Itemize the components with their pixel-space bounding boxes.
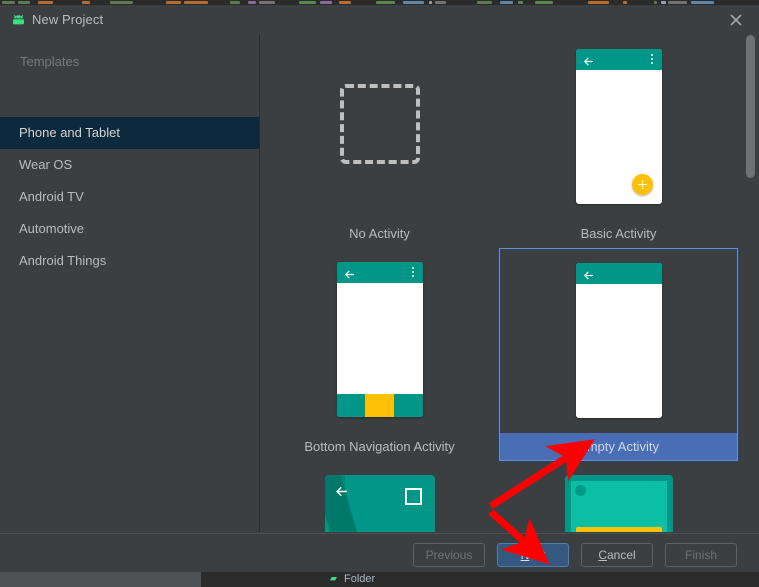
app-bar <box>575 49 662 70</box>
template-thumb-basic-activity <box>499 35 738 220</box>
diagonal-stripe <box>324 475 402 532</box>
dialog-footer: Previous Next Cancel Finish <box>0 533 759 573</box>
back-arrow-icon <box>583 268 594 280</box>
app-bar <box>575 263 662 284</box>
next-button[interactable]: Next <box>497 543 569 567</box>
background-editor-pane: ▰ Folder <box>202 572 759 587</box>
screen-root: New Project Templates Phone and Tablet W… <box>0 0 759 587</box>
background-status-text: Folder <box>344 573 376 585</box>
phone-preview <box>575 263 662 418</box>
overflow-menu-icon <box>650 54 654 65</box>
template-card-empty-activity[interactable]: Empty Activity <box>499 248 738 461</box>
template-card-bottom-navigation-activity[interactable]: Bottom Navigation Activity <box>260 248 499 461</box>
sidebar-header: Templates <box>20 54 80 69</box>
background-ide-strip-bottom: ▰ Folder <box>0 572 759 587</box>
next-button-label: Next <box>521 548 546 562</box>
template-thumb-login-activity <box>499 461 738 532</box>
fullscreen-icon <box>404 488 422 505</box>
folder-icon: ▰ <box>330 573 337 583</box>
cancel-rest: ancel <box>606 548 636 562</box>
previous-button[interactable]: Previous <box>413 543 485 567</box>
cancel-button-label: Cancel <box>598 548 635 562</box>
dashed-placeholder-icon <box>339 84 420 164</box>
back-arrow-icon <box>583 54 594 66</box>
back-arrow-icon <box>335 485 347 497</box>
app-bar <box>336 262 423 283</box>
background-project-pane <box>0 572 202 587</box>
finish-button[interactable]: Finish <box>665 543 737 567</box>
bottom-navigation-bar <box>336 394 423 417</box>
sidebar-item-android-things[interactable]: Android Things <box>0 245 259 277</box>
overflow-menu-icon <box>411 267 415 278</box>
templates-sidebar: Templates Phone and Tablet Wear OS Andro… <box>0 35 260 532</box>
template-thumb-fullscreen-activity <box>260 461 499 532</box>
dialog-titlebar: New Project <box>0 5 759 35</box>
template-gallery: No Activity Basic Activity Bottom Naviga… <box>260 35 750 532</box>
gallery-scrollbar-track[interactable] <box>746 35 757 532</box>
avatar-dot-icon <box>574 485 586 496</box>
gallery-scrollbar-thumb[interactable] <box>746 35 755 178</box>
sidebar-item-automotive[interactable]: Automotive <box>0 213 259 245</box>
cancel-button[interactable]: Cancel <box>581 543 653 567</box>
new-project-dialog: New Project Templates Phone and Tablet W… <box>0 5 759 573</box>
fullscreen-preview <box>324 475 435 532</box>
phone-preview <box>336 262 423 417</box>
template-label-no-activity: No Activity <box>349 226 410 241</box>
sidebar-list: Phone and Tablet Wear OS Android TV Auto… <box>0 117 259 277</box>
cancel-mnemonic: C <box>598 548 607 562</box>
template-label-empty-activity: Empty Activity <box>499 433 738 461</box>
sidebar-item-phone-and-tablet[interactable]: Phone and Tablet <box>0 117 259 149</box>
primary-field-bar <box>575 527 662 532</box>
floating-action-button-icon <box>631 174 653 195</box>
phone-preview <box>575 49 662 204</box>
template-card-fullscreen-activity[interactable] <box>260 461 499 532</box>
sidebar-item-android-tv[interactable]: Android TV <box>0 181 259 213</box>
close-icon[interactable] <box>727 11 745 29</box>
finish-button-label: Finish <box>684 548 717 562</box>
sidebar-item-wear-os[interactable]: Wear OS <box>0 149 259 181</box>
template-thumb-bottom-navigation-activity <box>260 248 499 433</box>
dialog-title: New Project <box>32 12 104 27</box>
template-card-login-activity[interactable] <box>499 461 738 532</box>
back-arrow-icon <box>344 267 355 279</box>
previous-button-label: Previous <box>425 548 473 562</box>
template-card-no-activity[interactable]: No Activity <box>260 35 499 248</box>
template-label-basic-activity: Basic Activity <box>580 226 657 241</box>
template-thumb-empty-activity <box>499 248 738 433</box>
next-rest: ext <box>529 548 546 562</box>
template-thumb-no-activity <box>260 35 499 220</box>
template-card-basic-activity[interactable]: Basic Activity <box>499 35 738 248</box>
login-preview <box>564 475 673 532</box>
android-icon <box>11 13 26 25</box>
template-label-bottom-navigation-activity: Bottom Navigation Activity <box>304 439 455 454</box>
